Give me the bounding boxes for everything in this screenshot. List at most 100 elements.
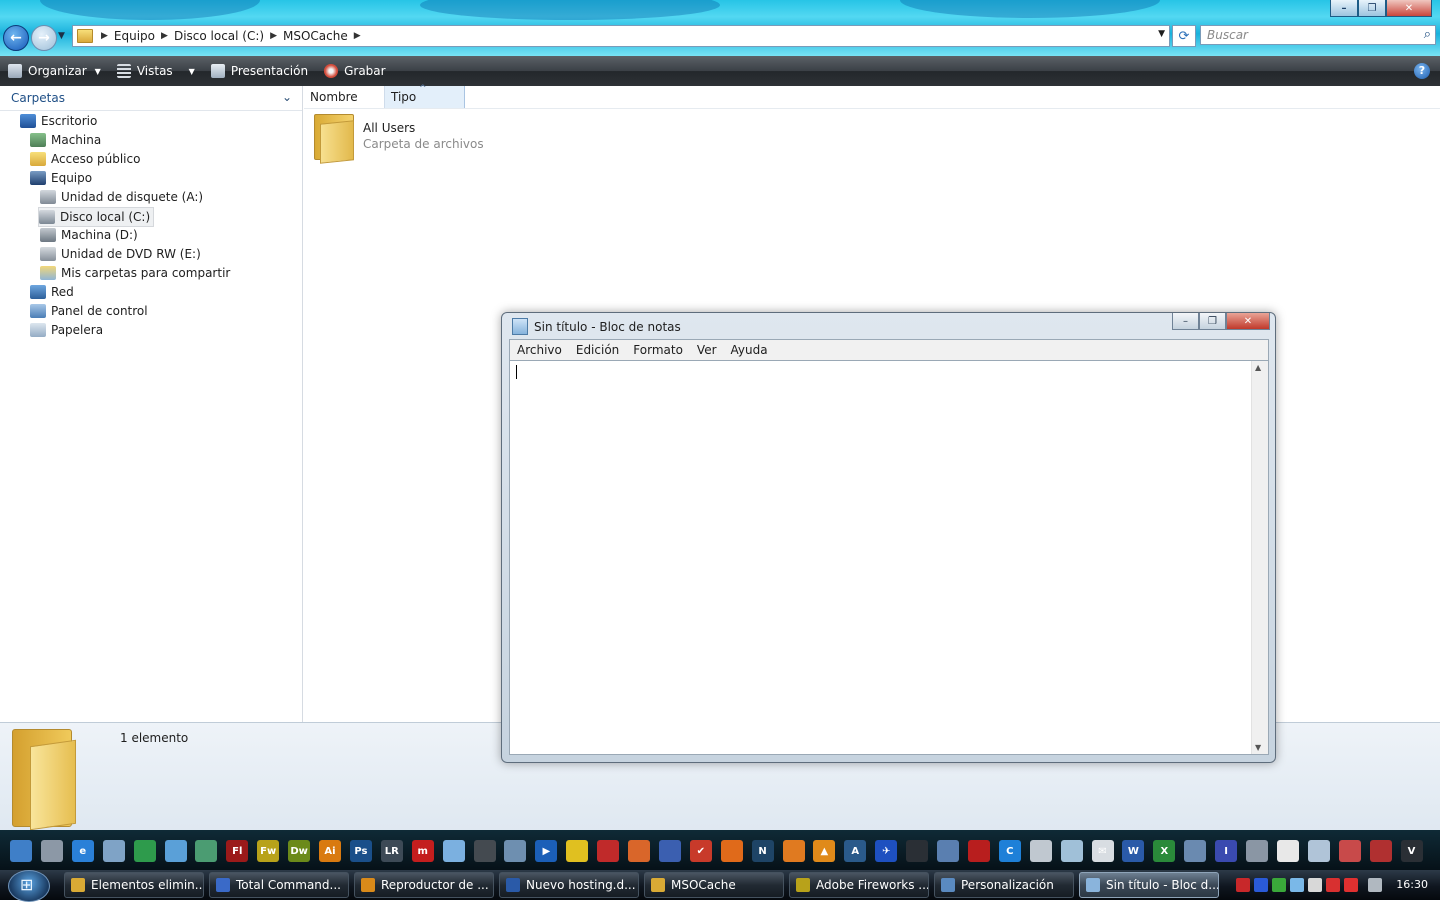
close-button[interactable]: ✕: [1226, 313, 1270, 330]
breadcrumb-item[interactable]: Equipo: [108, 29, 161, 43]
search-input[interactable]: Buscar ⌕: [1200, 25, 1436, 45]
refresh-button[interactable]: ⟳: [1172, 25, 1196, 47]
text-editor[interactable]: ▲ ▼: [509, 360, 1269, 755]
bluetooth-icon[interactable]: [1254, 878, 1268, 892]
scroll-up-icon[interactable]: ▲: [1255, 363, 1261, 372]
monitor-icon[interactable]: [1368, 878, 1382, 892]
tray-app-icon[interactable]: [1308, 878, 1322, 892]
check-icon[interactable]: ✔: [689, 840, 712, 862]
tree-item-panel-control[interactable]: Panel de control: [30, 302, 148, 320]
column-header-name[interactable]: Nombre: [304, 86, 384, 108]
i-icon[interactable]: I: [1215, 840, 1238, 862]
views-button[interactable]: Vistas ▼: [116, 64, 195, 78]
forward-button[interactable]: →: [31, 25, 57, 51]
help-icon[interactable]: ?: [1414, 63, 1430, 79]
app-icon[interactable]: [133, 840, 156, 862]
tree-item-equipo[interactable]: Equipo: [30, 169, 92, 187]
tree-item-papelera[interactable]: Papelera: [30, 321, 103, 339]
search-icon[interactable]: ⌕: [1424, 27, 1431, 42]
monitor-icon[interactable]: [40, 840, 63, 862]
address-dropdown-icon[interactable]: ▼: [1158, 29, 1165, 39]
tray-app-icon[interactable]: [1326, 878, 1340, 892]
tree-item-machina-d[interactable]: Machina (D:): [40, 226, 138, 244]
menu-formato[interactable]: Formato: [626, 343, 690, 357]
minimize-button[interactable]: –: [1172, 313, 1199, 330]
cake-icon[interactable]: [628, 840, 650, 862]
plane-icon[interactable]: ✈: [875, 840, 898, 862]
organize-button[interactable]: Organizar ▼: [8, 64, 101, 78]
desktop-icon[interactable]: [10, 840, 32, 862]
network-icon[interactable]: [1290, 878, 1304, 892]
breadcrumb-item[interactable]: Disco local (C:): [168, 29, 270, 43]
maximize-button[interactable]: ❐: [1199, 313, 1226, 330]
scroll-down-icon[interactable]: ▼: [1255, 743, 1261, 752]
breadcrumb-separator-icon[interactable]: ▶: [354, 31, 361, 41]
v-icon[interactable]: V: [1400, 840, 1423, 862]
fireworks-icon[interactable]: Fw: [257, 840, 280, 862]
internet-explorer-icon[interactable]: e: [71, 840, 94, 862]
taskbar-button[interactable]: Personalización: [934, 872, 1074, 898]
lightroom-icon[interactable]: LR: [380, 840, 403, 862]
cube-icon[interactable]: [1338, 840, 1361, 862]
illustrator-icon[interactable]: Ai: [319, 840, 341, 862]
flash-icon[interactable]: Fl: [226, 840, 249, 862]
column-header-type[interactable]: Tipo ^: [384, 84, 465, 108]
tree-item-disco-c[interactable]: Disco local (C:): [38, 207, 155, 227]
users-icon[interactable]: [164, 840, 187, 862]
globe-icon[interactable]: [1307, 840, 1330, 862]
a-icon[interactable]: A: [844, 840, 867, 862]
vlc-icon[interactable]: ▲: [813, 840, 836, 862]
file-item-all-users[interactable]: All Users Carpeta de archivos: [312, 112, 484, 164]
norton-icon[interactable]: [566, 840, 589, 862]
dreamweaver-icon[interactable]: Dw: [288, 840, 311, 862]
clock[interactable]: 16:30: [1396, 878, 1428, 891]
taskbar-button[interactable]: Nuevo hosting.d...: [499, 872, 639, 898]
camera-icon[interactable]: [906, 840, 929, 862]
breadcrumb-separator-icon[interactable]: ▶: [270, 31, 277, 41]
c-icon[interactable]: C: [998, 840, 1021, 862]
taskbar-button[interactable]: Total Command...: [209, 872, 349, 898]
acrobat-icon[interactable]: [967, 840, 990, 862]
breadcrumb-item[interactable]: MSOCache: [277, 29, 354, 43]
tray-app-icon[interactable]: [1236, 878, 1250, 892]
tray-app-icon[interactable]: [1272, 878, 1286, 892]
word-icon[interactable]: W: [1122, 840, 1145, 862]
photoshop-icon[interactable]: Ps: [349, 840, 372, 862]
card-icon[interactable]: [1029, 840, 1052, 862]
itunes-icon[interactable]: [442, 840, 465, 862]
close-button[interactable]: ✕: [1386, 0, 1432, 17]
basketball-icon[interactable]: [782, 840, 805, 862]
bars-icon[interactable]: [937, 840, 959, 862]
tree-item-compartir[interactable]: Mis carpetas para compartir: [40, 264, 230, 282]
menu-edicion[interactable]: Edición: [569, 343, 626, 357]
back-button[interactable]: ←: [3, 25, 29, 51]
burn-button[interactable]: Grabar: [324, 64, 386, 78]
tools-icon[interactable]: [504, 840, 527, 862]
taskbar-button[interactable]: Elementos elimin...: [64, 872, 204, 898]
cat-icon[interactable]: [1276, 840, 1299, 862]
mail-icon[interactable]: ✉: [1091, 840, 1114, 862]
tree-item-machina[interactable]: Machina: [30, 131, 101, 149]
minimize-button[interactable]: –: [1330, 0, 1358, 17]
save-icon[interactable]: [658, 840, 681, 862]
pen-icon[interactable]: [1246, 840, 1268, 862]
tree-item-escritorio[interactable]: Escritorio: [20, 112, 97, 130]
address-bar[interactable]: ▶ Equipo ▶ Disco local (C:) ▶ MSOCache ▶…: [72, 25, 1170, 47]
chevron-down-icon[interactable]: ⌄: [282, 90, 292, 104]
taskbar-button[interactable]: MSOCache: [644, 872, 784, 898]
menu-ayuda[interactable]: Ayuda: [724, 343, 775, 357]
player-icon[interactable]: ▶: [535, 840, 558, 862]
tree-item-acceso-publico[interactable]: Acceso público: [30, 150, 140, 168]
excel-icon[interactable]: X: [1153, 840, 1176, 862]
folders-header[interactable]: Carpetas ⌄: [0, 86, 302, 111]
photo-icon[interactable]: [1184, 840, 1207, 862]
tree-item-disquete[interactable]: Unidad de disquete (A:): [40, 188, 203, 206]
firefox-icon[interactable]: [720, 840, 743, 862]
phone-icon[interactable]: [473, 840, 496, 862]
taskbar-button[interactable]: Sin título - Bloc d...: [1079, 872, 1219, 898]
menu-archivo[interactable]: Archivo: [510, 343, 569, 357]
recent-pages-dropdown[interactable]: ▼: [58, 31, 65, 41]
taskbar-button[interactable]: Adobe Fireworks ...: [789, 872, 929, 898]
vertical-scrollbar[interactable]: ▲ ▼: [1251, 361, 1268, 754]
nero-icon[interactable]: N: [751, 840, 774, 862]
